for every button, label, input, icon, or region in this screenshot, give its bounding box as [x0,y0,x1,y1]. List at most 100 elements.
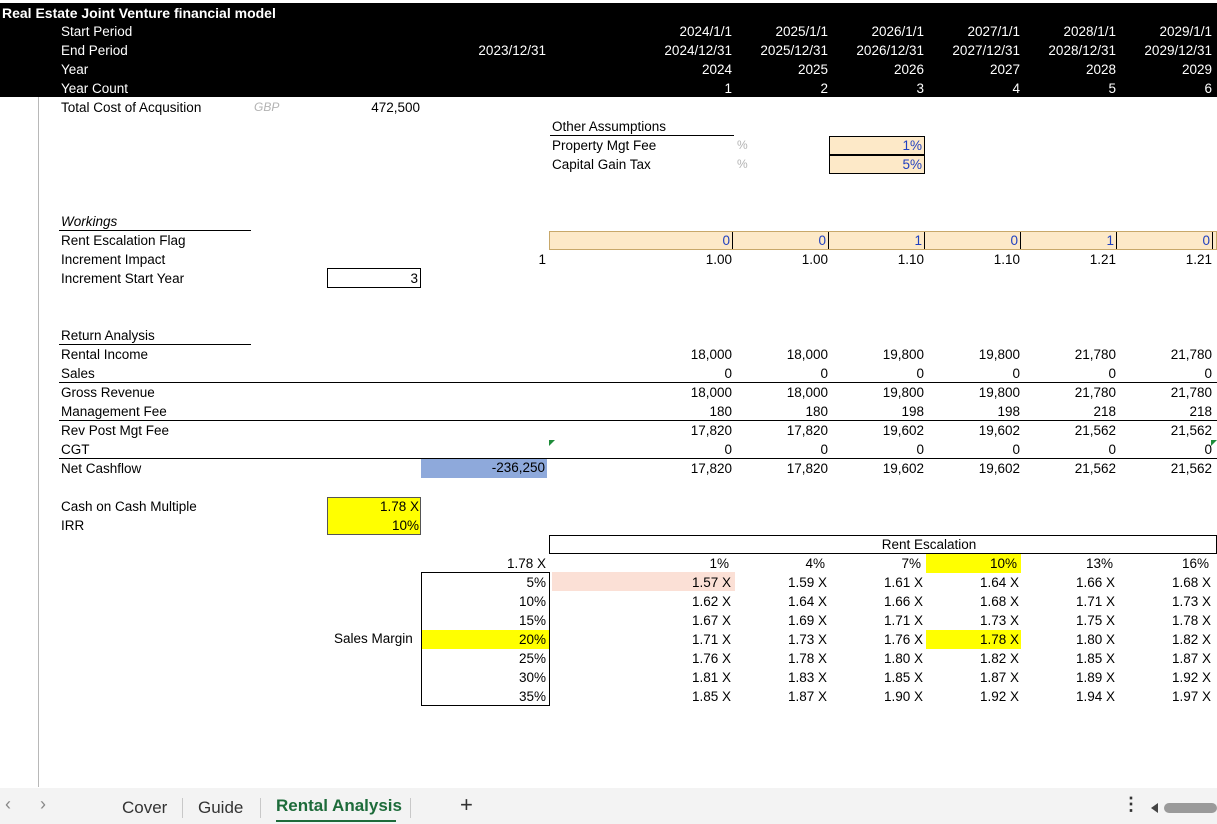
sales-value: 0 [724,366,732,381]
chevron-left-icon[interactable]: ‹ [5,794,11,815]
horizontal-scrollbar-thumb[interactable] [1164,803,1217,813]
sensitivity-row-header: 20% [518,632,546,647]
net-cashflow-value: 21,562 [1074,461,1116,476]
net-cashflow-value: 17,820 [786,461,828,476]
increment-start-input[interactable]: 3 [327,268,421,288]
rev-post-mgt-fee-label: Rev Post Mgt Fee [61,423,170,438]
period-end: 2027/12/31 [952,43,1020,58]
net-cashflow-value: 19,602 [978,461,1020,476]
sensitivity-cell: 1.78 X [979,632,1019,647]
increment-impact-label: Increment Impact [61,252,166,267]
mgt-fee-unit: % [737,138,748,152]
sensitivity-cell: 1.67 X [691,613,731,628]
sensitivity-cell: 1.82 X [1171,632,1211,647]
period-start: 2029/1/1 [1159,24,1212,39]
sensitivity-corner: 1.78 X [506,556,546,571]
net-cashflow-value: 21,562 [1170,461,1212,476]
tab-cover[interactable]: Cover [122,798,167,818]
gross-revenue-value: 18,000 [690,385,732,400]
increment-impact-value: 1.00 [801,252,828,267]
period-start: 2025/1/1 [775,24,828,39]
sensitivity-col-header: 16% [1181,556,1209,571]
sensitivity-cell: 1.71 X [883,613,923,628]
rental-income-value: 21,780 [1074,347,1116,362]
sensitivity-cell: 1.87 X [787,689,827,704]
more-options-icon[interactable]: ⋮ [1122,794,1140,815]
period-year: 2029 [1181,62,1212,77]
escalation-flag-input[interactable]: 0 [640,233,730,248]
initial-cashflow: -236,250 [421,459,547,478]
tab-rental-analysis[interactable]: Rental Analysis [276,796,402,816]
sensitivity-cell: 1.71 X [691,632,731,647]
flag-cell-border [924,232,925,249]
sales-value: 0 [1108,366,1116,381]
header-label-count: Year Count [61,81,129,96]
sensitivity-title: Rent Escalation [881,537,977,552]
tab-separator [260,798,261,818]
escalation-flag-input[interactable]: 0 [1120,233,1210,248]
sensitivity-cell: 1.61 X [883,575,923,590]
cgt-value: 0 [1204,442,1212,457]
escalation-flag-input[interactable]: 0 [736,233,826,248]
header-label-end: End Period [61,43,128,58]
sensitivity-cell: 1.57 X [691,575,731,590]
cgt-input[interactable]: 5% [829,155,925,174]
period-start: 2027/1/1 [967,24,1020,39]
escalation-flag-input[interactable]: 1 [832,233,922,248]
management-fee-value: 180 [805,404,828,419]
sensitivity-cell: 1.64 X [979,575,1019,590]
sensitivity-cell: 1.69 X [787,613,827,628]
coc-label: Cash on Cash Multiple [61,499,197,514]
return-analysis-underline [59,344,251,345]
management-fee-value: 180 [709,404,732,419]
flag-cell-border [1116,232,1117,249]
sensitivity-cell: 1.71 X [1075,594,1115,609]
period-count: 6 [1204,81,1212,96]
management-fee-value: 218 [1093,404,1116,419]
period-end: 2025/12/31 [760,43,828,58]
period-end: 2024/12/31 [664,43,732,58]
sensitivity-cell: 1.85 X [691,689,731,704]
management-fee-label: Management Fee [61,404,167,419]
sensitivity-cell: 1.64 X [787,594,827,609]
rev-post-mgt-fee-value: 19,602 [882,423,924,438]
irr-value: 10% [391,518,419,533]
return-analysis-title: Return Analysis [61,328,155,343]
mgt-fee-underline [59,420,1217,421]
mgt-fee-input[interactable]: 1% [829,136,925,155]
sensitivity-col-header: 4% [805,556,825,571]
rev-post-mgt-fee-value: 21,562 [1170,423,1212,438]
gross-revenue-value: 19,800 [978,385,1020,400]
chevron-right-icon[interactable]: › [40,794,46,815]
sensitivity-row-header: 35% [518,689,546,704]
sensitivity-row-header: 10% [518,594,546,609]
cgt-underline [59,458,1217,459]
sensitivity-cell: 1.89 X [1075,670,1115,685]
gross-revenue-value: 19,800 [882,385,924,400]
tab-guide[interactable]: Guide [198,798,243,818]
sales-label: Sales [61,366,95,381]
plus-icon[interactable]: + [460,792,473,818]
sensitivity-cell: 1.59 X [787,575,827,590]
escalation-flag-input[interactable]: 1 [1024,233,1114,248]
sensitivity-cell: 1.97 X [1171,689,1211,704]
escalation-flag-input[interactable]: 0 [928,233,1018,248]
period-start: 2024/1/1 [679,24,732,39]
gross-revenue-value: 21,780 [1074,385,1116,400]
sensitivity-row-header: 30% [518,670,546,685]
sensitivity-cell: 1.80 X [1075,632,1115,647]
tab-separator [182,798,183,818]
sensitivity-cell: 1.68 X [979,594,1019,609]
period-year: 2026 [893,62,924,77]
sales-value: 0 [820,366,828,381]
acquisition-unit: GBP [254,100,280,114]
sheet-tab-bar: ‹ › Cover Guide Rental Analysis + ⋮ [0,788,1217,824]
sensitivity-cell: 1.92 X [979,689,1019,704]
gross-revenue-value: 18,000 [786,385,828,400]
sensitivity-cell: 1.66 X [883,594,923,609]
active-tab-underline [276,820,396,822]
scroll-left-icon[interactable] [1151,803,1158,813]
sales-value: 0 [1012,366,1020,381]
sales-value: 0 [1204,366,1212,381]
period-end: 2029/12/31 [1144,43,1212,58]
